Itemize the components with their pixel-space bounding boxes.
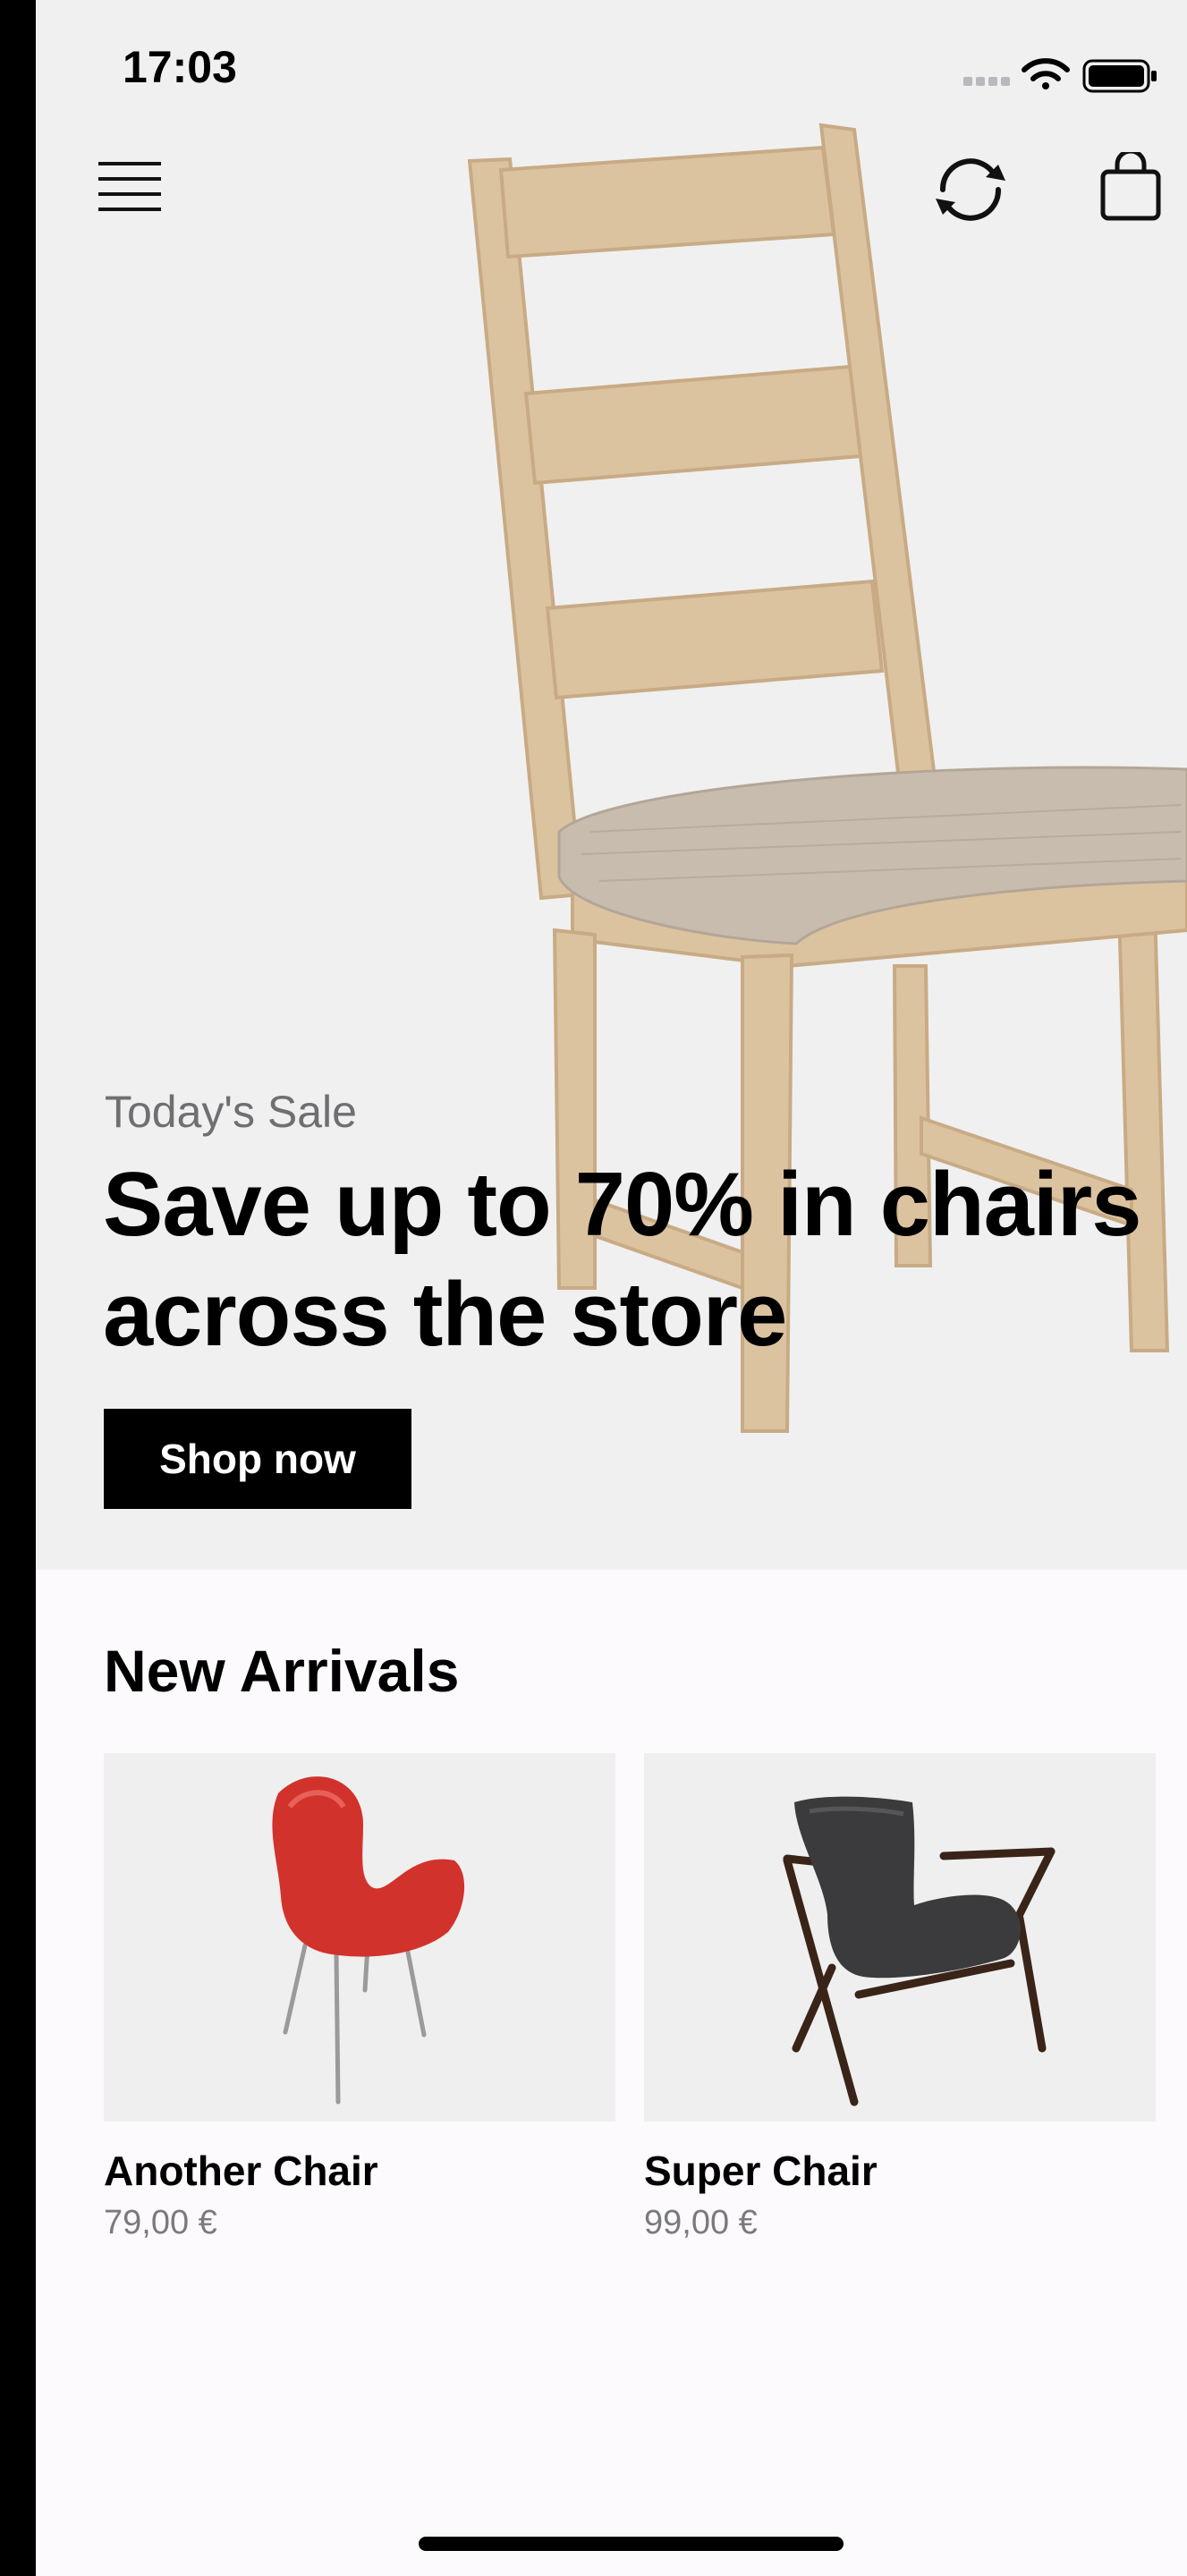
product-image[interactable]: [644, 1753, 1156, 2122]
sale-label: Today's Sale: [105, 1087, 357, 1137]
product-name: Another Chair: [104, 2148, 378, 2194]
status-icons: [945, 50, 1169, 93]
product-card[interactable]: Another Chair 79,00 €: [104, 1753, 615, 2242]
shopping-bag-icon: [1100, 148, 1161, 221]
hamburger-menu-icon: [98, 162, 161, 211]
product-card[interactable]: Super Chair 99,00 €: [644, 1753, 1156, 2242]
wifi-icon: [1022, 58, 1070, 89]
battery-icon: [1082, 59, 1157, 93]
menu-button[interactable]: [94, 157, 165, 219]
refresh-button[interactable]: [930, 154, 1011, 225]
new-arrivals-title: New Arrivals: [104, 1638, 460, 1704]
status-time: 17:03: [123, 42, 237, 92]
shopping-bag-button[interactable]: [1096, 148, 1167, 224]
product-image[interactable]: [104, 1753, 615, 2122]
app-screen: 17:03 Today's Sale Save up to 70% in cha…: [36, 0, 1187, 2576]
shop-now-button[interactable]: Shop now: [104, 1409, 411, 1509]
refresh-icon: [936, 158, 1005, 221]
dark-armchair-image: [783, 1796, 1056, 2106]
product-price: 79,00 €: [104, 2204, 217, 2241]
red-chair-image: [272, 1776, 465, 2105]
product-price: 99,00 €: [644, 2204, 758, 2241]
home-indicator[interactable]: [419, 2537, 844, 2551]
hero-banner[interactable]: 17:03 Today's Sale Save up to 70% in cha…: [36, 0, 1187, 1570]
cellular-signal-icon: [963, 77, 1010, 86]
sale-headline: Save up to 70% in chairs across the stor…: [103, 1155, 1141, 1365]
product-name: Super Chair: [644, 2148, 878, 2194]
